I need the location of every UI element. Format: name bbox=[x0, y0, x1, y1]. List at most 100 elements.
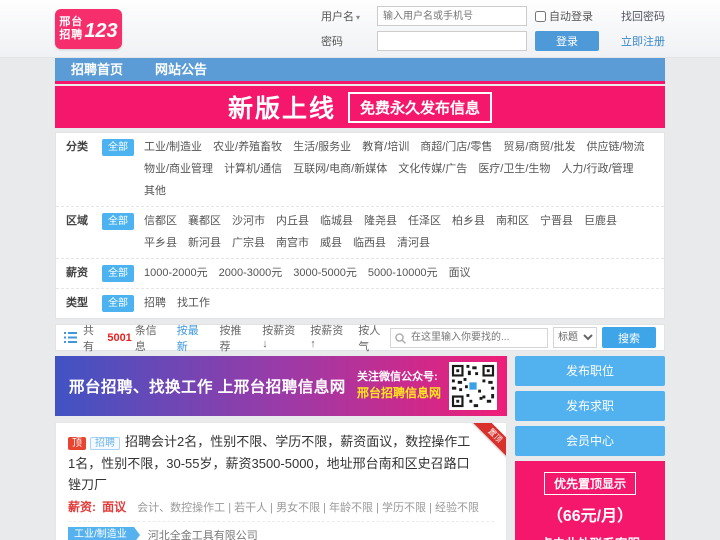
filter-row-category: 分类 全部 工业/制造业 农业/养殖畜牧 生活/服务业 教育/培训 商超/门店/零售 贸易… bbox=[56, 133, 664, 207]
caret-down-icon: ▾ bbox=[356, 13, 361, 22]
promo-banner[interactable]: 邢台招聘、找换工作 上邢台招聘信息网 关注微信公众号: 邢台招聘信息网 bbox=[55, 356, 507, 416]
sort-by-newest[interactable]: 按最新 bbox=[177, 322, 209, 354]
filter-option[interactable]: 3000-5000元 bbox=[293, 265, 357, 282]
new-version-banner: 新版上线 免费永久发布信息 bbox=[55, 86, 665, 128]
filter-option[interactable]: 2000-3000元 bbox=[219, 265, 283, 282]
filter-option[interactable]: 沙河市 bbox=[232, 213, 265, 230]
salary-value: 面议 bbox=[102, 500, 127, 515]
category-tag[interactable]: 工业/制造业 bbox=[68, 527, 140, 540]
search-input[interactable] bbox=[390, 327, 549, 348]
filter-option[interactable]: 威县 bbox=[320, 235, 342, 252]
filter-option[interactable]: 文化传媒/广告 bbox=[398, 161, 467, 178]
filter-option[interactable]: 商超/门店/零售 bbox=[420, 139, 492, 156]
search-field-select[interactable]: 标题 bbox=[553, 327, 598, 348]
vip-title: 优先置顶显示 bbox=[543, 472, 636, 495]
filter-option[interactable]: 广宗县 bbox=[232, 235, 265, 252]
filter-option[interactable]: 教育/培训 bbox=[362, 139, 409, 156]
filter-option[interactable]: 人力/行政/管理 bbox=[561, 161, 633, 178]
filter-option[interactable]: 信都区 bbox=[144, 213, 177, 230]
listings-column: 邢台招聘、找换工作 上邢台招聘信息网 关注微信公众号: 邢台招聘信息网 置顶 顶… bbox=[55, 356, 507, 540]
qrcode-image bbox=[449, 362, 497, 410]
post-job-button[interactable]: 发布职位 bbox=[515, 356, 665, 386]
nav-item-announcements[interactable]: 网站公告 bbox=[139, 57, 223, 83]
register-link[interactable]: 立即注册 bbox=[621, 33, 665, 49]
vip-pin-promo[interactable]: 优先置顶显示 （66元/月） 点击此处联系客服 bbox=[515, 461, 665, 540]
login-button[interactable]: 登录 bbox=[535, 31, 599, 51]
filter-option[interactable]: 互联网/电商/新媒体 bbox=[293, 161, 387, 178]
site-logo[interactable]: 邢台 招聘 123 bbox=[55, 8, 122, 49]
sort-by-salary-asc[interactable]: 按薪资↑ bbox=[310, 322, 347, 354]
filter-option[interactable]: 贸易/商贸/批发 bbox=[503, 139, 575, 156]
filter-option[interactable]: 临城县 bbox=[320, 213, 353, 230]
filter-option[interactable]: 农业/养殖畜牧 bbox=[213, 139, 282, 156]
filter-option[interactable]: 面议 bbox=[449, 265, 471, 282]
filter-row-salary: 薪资 全部 1000-2000元 2000-3000元 3000-5000元 5000… bbox=[56, 259, 664, 289]
filter-option[interactable]: 找工作 bbox=[177, 295, 210, 312]
filter-option[interactable]: 5000-10000元 bbox=[368, 265, 438, 282]
job-title-link[interactable]: 招聘会计2名，性别不限、学历不限，薪资面议，数控操作工1名，性别不限，30-55… bbox=[68, 434, 470, 492]
filter-all-active[interactable]: 全部 bbox=[102, 139, 134, 156]
filter-option[interactable]: 生活/服务业 bbox=[293, 139, 351, 156]
promo-text: 邢台招聘、找换工作 上邢台招聘信息网 bbox=[69, 379, 346, 396]
salary-label: 薪资: bbox=[68, 500, 96, 515]
sort-options: 按最新 按推荐 按薪资↓ 按薪资↑ 按人气 bbox=[177, 322, 390, 354]
sort-by-popularity[interactable]: 按人气 bbox=[358, 322, 390, 354]
page-header: 邢台 招聘 123 用户名▾ 自动登录 找回密码 密码 登录 立即注册 bbox=[0, 0, 720, 58]
list-icon bbox=[64, 332, 77, 343]
filter-option[interactable]: 临西县 bbox=[353, 235, 386, 252]
vip-price: （66元/月） bbox=[546, 508, 634, 525]
filter-option[interactable]: 工业/制造业 bbox=[144, 139, 202, 156]
filter-option[interactable]: 计算机/通信 bbox=[224, 161, 282, 178]
username-input[interactable] bbox=[377, 6, 527, 26]
filter-label: 类型 bbox=[66, 297, 88, 309]
auto-login-checkbox[interactable] bbox=[535, 10, 546, 22]
nav-item-home[interactable]: 招聘首页 bbox=[55, 57, 139, 83]
filter-option[interactable]: 宁晋县 bbox=[540, 213, 573, 230]
filter-option[interactable]: 医疗/卫生/生物 bbox=[478, 161, 550, 178]
company-link[interactable]: 河北全金工具有限公司 bbox=[148, 527, 258, 540]
filter-option[interactable]: 南宫市 bbox=[276, 235, 309, 252]
login-form: 用户名▾ 自动登录 找回密码 密码 登录 立即注册 bbox=[321, 6, 665, 51]
search-icon bbox=[395, 332, 406, 344]
filter-all-active[interactable]: 全部 bbox=[102, 265, 134, 282]
filter-option[interactable]: 其他 bbox=[144, 183, 166, 200]
filter-option[interactable]: 供应链/物流 bbox=[587, 139, 645, 156]
find-password-link[interactable]: 找回密码 bbox=[621, 8, 665, 24]
filter-option[interactable]: 招聘 bbox=[144, 295, 166, 312]
filter-all-active[interactable]: 全部 bbox=[102, 213, 134, 230]
filter-option[interactable]: 清河县 bbox=[397, 235, 430, 252]
post-resume-button[interactable]: 发布求职 bbox=[515, 391, 665, 421]
logo-text: 邢台 招聘 bbox=[59, 15, 84, 41]
filter-option[interactable]: 巨鹿县 bbox=[584, 213, 617, 230]
filter-label: 区域 bbox=[66, 215, 88, 227]
pin-badge: 顶 bbox=[68, 437, 86, 450]
filter-row-region: 区域 全部 信都区 襄都区 沙河市 内丘县 临城县 隆尧县 任泽区 柏乡县 南和区 宁晋县 巨鹿县平… bbox=[56, 207, 664, 259]
vip-contact: 点击此处联系客服 bbox=[523, 533, 657, 540]
sort-by-recommended[interactable]: 按推荐 bbox=[220, 322, 252, 354]
filter-option[interactable]: 1000-2000元 bbox=[144, 265, 208, 282]
filter-options: 1000-2000元 2000-3000元 3000-5000元 5000-10000… bbox=[144, 265, 654, 282]
results-toolbar: 共有 5001 条信息 按最新 按推荐 按薪资↓ 按薪资↑ 按人气 标题 搜索 bbox=[55, 322, 665, 354]
password-input[interactable] bbox=[377, 31, 527, 51]
search-button[interactable]: 搜索 bbox=[602, 327, 657, 348]
job-meta: 会计、数控操作工 | 若干人 | 男女不限 | 年龄不限 | 学历不限 | 经验… bbox=[137, 502, 479, 515]
filter-option[interactable]: 物业/商业管理 bbox=[144, 161, 213, 178]
filter-option[interactable]: 柏乡县 bbox=[452, 213, 485, 230]
filter-option[interactable]: 襄都区 bbox=[188, 213, 221, 230]
filter-option[interactable]: 南和区 bbox=[496, 213, 529, 230]
search-box bbox=[390, 327, 549, 348]
filter-option[interactable]: 平乡县 bbox=[144, 235, 177, 252]
auto-login-label: 自动登录 bbox=[549, 11, 593, 23]
filter-all-active[interactable]: 全部 bbox=[102, 295, 134, 312]
result-count: 5001 bbox=[107, 331, 132, 344]
logo-number: 123 bbox=[84, 20, 118, 42]
member-center-button[interactable]: 会员中心 bbox=[515, 426, 665, 456]
sort-by-salary-desc[interactable]: 按薪资↓ bbox=[262, 322, 299, 354]
filter-option[interactable]: 隆尧县 bbox=[364, 213, 397, 230]
filter-options: 信都区 襄都区 沙河市 内丘县 临城县 隆尧县 任泽区 柏乡县 南和区 宁晋县 巨鹿县平乡县 新河县广… bbox=[144, 213, 654, 252]
filter-option[interactable]: 内丘县 bbox=[276, 213, 309, 230]
filter-option[interactable]: 新河县 bbox=[188, 235, 221, 252]
count-suffix: 条信息 bbox=[134, 324, 157, 353]
job-listing-card[interactable]: 置顶 顶招聘 招聘会计2名，性别不限、学历不限，薪资面议，数控操作工1名，性别不限… bbox=[55, 422, 507, 540]
filter-option[interactable]: 任泽区 bbox=[408, 213, 441, 230]
